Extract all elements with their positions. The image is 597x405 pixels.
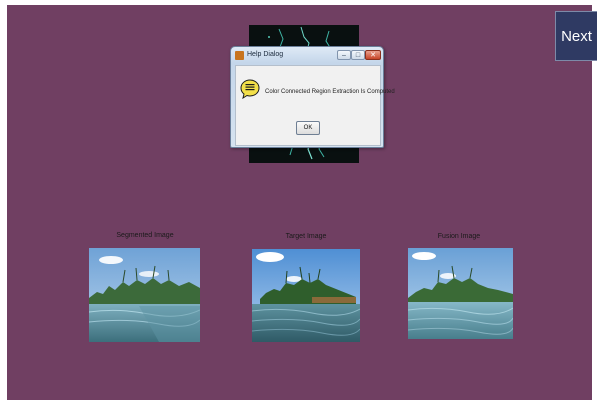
help-dialog: Help Dialog – □ ✕ Color Connected Region… bbox=[230, 46, 395, 148]
ok-button[interactable]: OK bbox=[296, 121, 320, 135]
next-button[interactable]: Next bbox=[555, 11, 597, 61]
matlab-app-icon bbox=[235, 51, 244, 60]
target-image bbox=[252, 249, 360, 342]
fusion-image-graphic bbox=[408, 248, 513, 339]
fusion-image-label: Fusion Image bbox=[437, 233, 481, 240]
dialog-titlebar[interactable]: Help Dialog – □ ✕ bbox=[231, 47, 383, 65]
dialog-title: Help Dialog bbox=[247, 51, 284, 58]
dialog-body: Color Connected Region Extraction Is Com… bbox=[235, 65, 395, 146]
fusion-image bbox=[408, 248, 513, 339]
segmented-image-label: Segmented Image bbox=[116, 232, 174, 239]
close-icon: ✕ bbox=[370, 51, 376, 59]
target-image-label: Target Image bbox=[285, 233, 327, 240]
maximize-button[interactable]: □ bbox=[351, 50, 365, 60]
segmented-image bbox=[89, 248, 200, 342]
minimize-icon: – bbox=[342, 51, 346, 59]
maximize-icon: □ bbox=[355, 51, 361, 59]
target-image-graphic bbox=[252, 249, 360, 342]
close-button[interactable]: ✕ bbox=[365, 50, 381, 60]
minimize-button[interactable]: – bbox=[337, 50, 351, 60]
dialog-message: Color Connected Region Extraction Is Com… bbox=[265, 89, 395, 95]
segmented-image-graphic bbox=[89, 248, 200, 342]
help-speech-bubble-icon bbox=[240, 79, 260, 99]
